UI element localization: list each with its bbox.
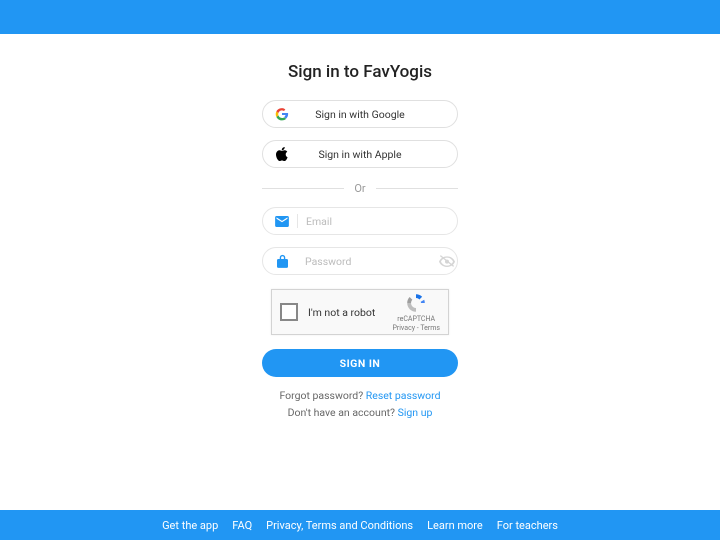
email-input[interactable] <box>306 215 445 228</box>
top-banner <box>0 0 720 34</box>
signup-row: Don't have an account? Sign up <box>288 406 433 419</box>
footer-learn-more[interactable]: Learn more <box>420 519 490 532</box>
footer-privacy[interactable]: Privacy, Terms and Conditions <box>259 519 420 532</box>
google-icon <box>275 107 289 121</box>
forgot-password-label: Forgot password? <box>279 389 365 402</box>
signin-button[interactable]: SIGN IN <box>262 349 458 377</box>
password-input[interactable] <box>305 255 439 268</box>
recaptcha-icon <box>405 292 427 314</box>
signup-label: Don't have an account? <box>288 406 398 419</box>
signup-link[interactable]: Sign up <box>398 406 433 419</box>
recaptcha-brand: reCAPTCHA Privacy - Terms <box>392 292 440 332</box>
signin-panel: Sign in to FavYogis Sign in with Google … <box>0 34 720 510</box>
email-field-wrapper <box>262 207 458 235</box>
apple-signin-label: Sign in with Apple <box>263 148 457 161</box>
recaptcha-label: I'm not a robot <box>308 306 392 319</box>
apple-icon <box>275 147 289 161</box>
email-icon <box>275 214 289 228</box>
apple-signin-button[interactable]: Sign in with Apple <box>262 140 458 168</box>
recaptcha-terms: Privacy - Terms <box>392 324 440 332</box>
footer-faq[interactable]: FAQ <box>225 519 259 532</box>
reset-password-link[interactable]: Reset password <box>366 389 441 402</box>
recaptcha-checkbox[interactable] <box>280 303 298 321</box>
google-signin-label: Sign in with Google <box>263 108 457 121</box>
footer-nav: Get the app FAQ Privacy, Terms and Condi… <box>0 510 720 540</box>
password-field-wrapper <box>262 247 458 275</box>
or-divider: Or <box>262 182 458 195</box>
recaptcha-widget: I'm not a robot reCAPTCHA Privacy - Term… <box>271 289 449 335</box>
field-separator <box>297 214 298 228</box>
recaptcha-brand-text: reCAPTCHA <box>392 315 440 323</box>
google-signin-button[interactable]: Sign in with Google <box>262 100 458 128</box>
lock-icon <box>275 254 289 268</box>
divider-label: Or <box>344 182 375 195</box>
toggle-password-icon[interactable] <box>439 252 455 271</box>
forgot-password-row: Forgot password? Reset password <box>279 389 440 402</box>
footer-get-app[interactable]: Get the app <box>155 519 225 532</box>
page-title: Sign in to FavYogis <box>288 62 432 82</box>
footer-for-teachers[interactable]: For teachers <box>490 519 565 532</box>
